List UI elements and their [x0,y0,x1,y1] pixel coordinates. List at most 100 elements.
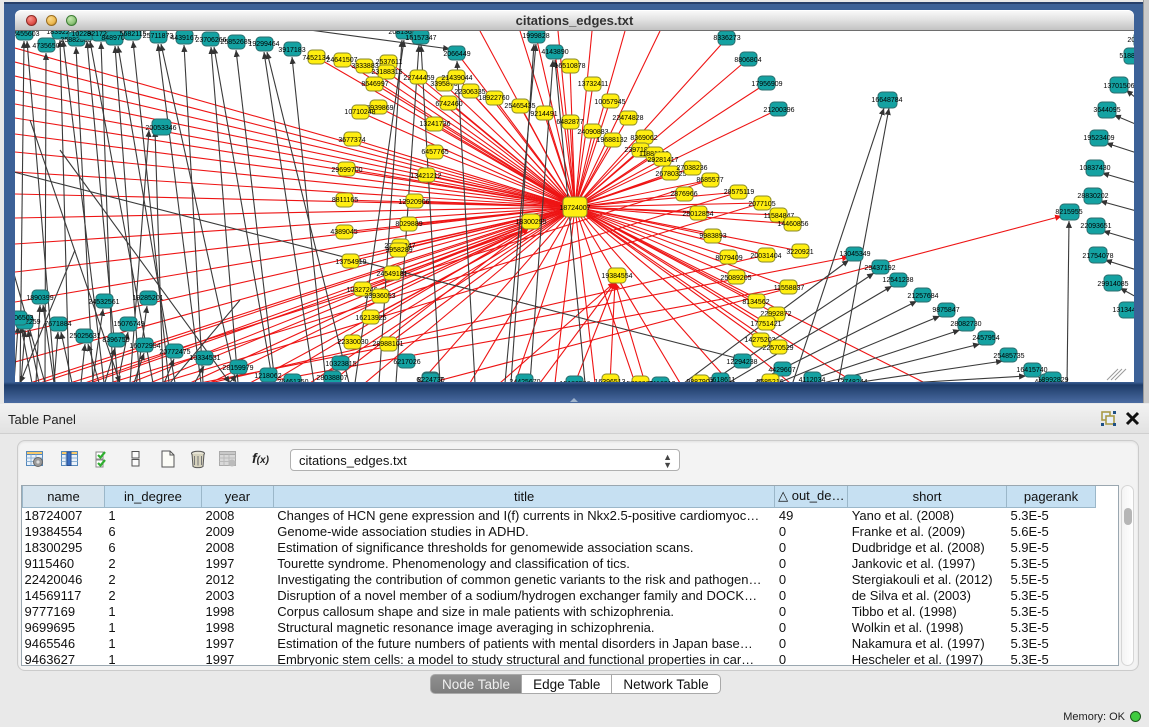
svg-text:24425670: 24425670 [509,379,540,382]
svg-text:5793975: 5793975 [626,381,653,382]
svg-text:9983893: 9983893 [699,233,726,240]
svg-text:13732411: 13732411 [578,81,609,88]
svg-text:4143890: 4143890 [541,49,568,56]
svg-text:2077105: 2077105 [748,201,775,208]
svg-text:8806804: 8806804 [734,57,761,64]
svg-text:8079409: 8079409 [715,255,742,262]
svg-text:8029889: 8029889 [395,221,422,228]
svg-text:10334531: 10334531 [189,355,220,362]
svg-text:2876966: 2876966 [670,191,697,198]
svg-text:18724007: 18724007 [559,205,590,212]
svg-text:8215955: 8215955 [1055,209,1082,216]
svg-text:3677374: 3677374 [338,137,365,144]
svg-text:8224730: 8224730 [417,377,444,382]
svg-text:21257684: 21257684 [907,293,938,300]
svg-text:7671884: 7671884 [44,321,71,328]
svg-text:10323815: 10323815 [325,361,356,368]
svg-text:28159979: 28159979 [222,365,253,372]
svg-text:8811165: 8811165 [332,197,358,204]
svg-text:27038236: 27038236 [676,165,707,172]
svg-text:16648784: 16648784 [871,97,902,104]
svg-text:12920906: 12920906 [398,199,429,206]
svg-text:10057945: 10057945 [594,99,625,106]
svg-text:26780325: 26780325 [655,171,686,178]
svg-text:20053346: 20053346 [145,125,176,132]
svg-text:4429607: 4429607 [768,367,795,374]
svg-text:21754078: 21754078 [1082,253,1113,260]
svg-text:28988101: 28988101 [372,341,403,348]
svg-text:4735650: 4735650 [32,43,59,50]
svg-text:29699700: 29699700 [331,167,362,174]
svg-text:19384554: 19384554 [601,273,632,280]
svg-text:4112034: 4112034 [799,377,826,382]
svg-text:17751421: 17751421 [750,321,781,328]
svg-text:3917183: 3917183 [278,47,305,54]
svg-text:25711873: 25711873 [143,33,174,40]
svg-text:20772475: 20772475 [159,349,190,356]
svg-text:28012854: 28012854 [682,211,713,218]
svg-text:21200396: 21200396 [763,107,794,114]
svg-text:26461350: 26461350 [277,379,308,382]
svg-text:19523409: 19523409 [1083,135,1114,142]
svg-text:28038807: 28038807 [316,375,347,382]
svg-text:13134457: 13134457 [1112,307,1134,314]
svg-text:2457954: 2457954 [972,335,999,342]
svg-text:9214491: 9214491 [530,111,557,118]
svg-text:8369062: 8369062 [630,135,657,142]
svg-text:22455603: 22455603 [15,31,40,38]
svg-text:9875847: 9875847 [932,307,959,314]
svg-text:29281417: 29281417 [647,157,678,164]
svg-text:28082730: 28082730 [950,321,981,328]
svg-text:14460856: 14460856 [777,221,808,228]
svg-text:24549181: 24549181 [376,271,407,278]
svg-text:5685216: 5685216 [756,379,783,382]
svg-text:5188470: 5188470 [1119,53,1134,60]
svg-text:12541238: 12541238 [882,277,913,284]
svg-text:19285201: 19285201 [132,295,163,302]
svg-text:16510878: 16510878 [554,63,585,70]
svg-text:15180586: 15180586 [559,381,590,382]
svg-text:24532561: 24532561 [88,299,119,306]
svg-text:9887903: 9887903 [686,379,713,382]
svg-text:11558837: 11558837 [774,285,805,292]
svg-text:22093651: 22093651 [1080,223,1111,230]
svg-text:18300295: 18300295 [515,219,546,226]
svg-text:21439044: 21439044 [441,75,472,82]
svg-text:13748244: 13748244 [836,379,867,382]
svg-text:10837430: 10837430 [1079,165,1110,172]
svg-text:13421212: 13421212 [410,173,441,180]
svg-text:22330030: 22330030 [337,339,368,346]
svg-text:22570529: 22570529 [762,345,793,352]
svg-text:13754919: 13754919 [335,259,366,266]
svg-text:4439167: 4439167 [170,35,197,42]
svg-text:20372723: 20372723 [1127,37,1134,44]
svg-text:19688132: 19688132 [596,137,627,144]
svg-text:16213925: 16213925 [355,315,386,322]
svg-text:13241736: 13241736 [419,121,450,128]
svg-text:18922760: 18922760 [478,95,509,102]
svg-text:19299464: 19299464 [248,41,279,48]
svg-text:16415740: 16415740 [1016,367,1047,374]
svg-text:25089205: 25089205 [720,275,751,282]
svg-text:15157347: 15157347 [405,35,436,42]
svg-text:22474828: 22474828 [612,115,643,122]
svg-text:6457765: 6457765 [421,149,448,156]
svg-text:23936053: 23936053 [364,293,395,300]
svg-text:25025631: 25025631 [69,333,100,340]
svg-text:6482877: 6482877 [556,119,583,126]
svg-text:18992829: 18992829 [1037,377,1068,382]
svg-text:1999828: 1999828 [522,33,549,40]
svg-text:6742460: 6742460 [435,101,462,108]
svg-text:9958289: 9958289 [385,247,412,254]
svg-text:8396759: 8396759 [102,337,129,344]
svg-text:8336273: 8336273 [713,35,740,42]
svg-text:3644095: 3644095 [1093,107,1120,114]
svg-text:20031404: 20031404 [750,253,781,260]
svg-text:29914085: 29914085 [1097,281,1128,288]
svg-text:2066449: 2066449 [443,51,470,58]
svg-text:25852685: 25852685 [220,39,251,46]
svg-text:25465435: 25465435 [504,103,535,110]
svg-text:13701506: 13701506 [1103,83,1134,90]
svg-text:16396513: 16396513 [594,379,625,382]
svg-text:8685577: 8685577 [696,177,723,184]
